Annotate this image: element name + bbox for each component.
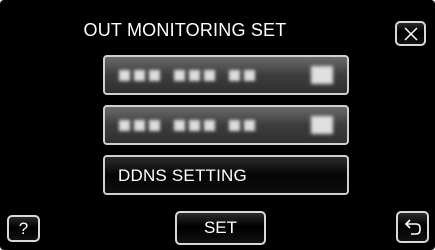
close-icon <box>403 27 418 41</box>
return-arrow-icon <box>404 219 421 235</box>
blurred-label <box>119 120 255 131</box>
help-button[interactable]: ? <box>7 215 40 242</box>
blurred-value <box>311 66 333 84</box>
menu-item-label: DDNS SETTING <box>118 166 247 185</box>
back-button[interactable] <box>396 211 429 243</box>
blurred-value <box>311 116 333 134</box>
menu-item-blurred-1[interactable] <box>103 55 349 95</box>
monitoring-settings-screen: OUT MONITORING SET DDNS SETTING ? SET <box>0 0 435 250</box>
menu-item-blurred-2[interactable] <box>103 105 349 145</box>
set-button[interactable]: SET <box>175 211 266 245</box>
page-title: OUT MONITORING SET <box>83 20 287 40</box>
blurred-label <box>119 70 255 81</box>
close-button[interactable] <box>395 21 426 46</box>
menu-item-ddns-setting[interactable]: DDNS SETTING <box>103 155 349 195</box>
